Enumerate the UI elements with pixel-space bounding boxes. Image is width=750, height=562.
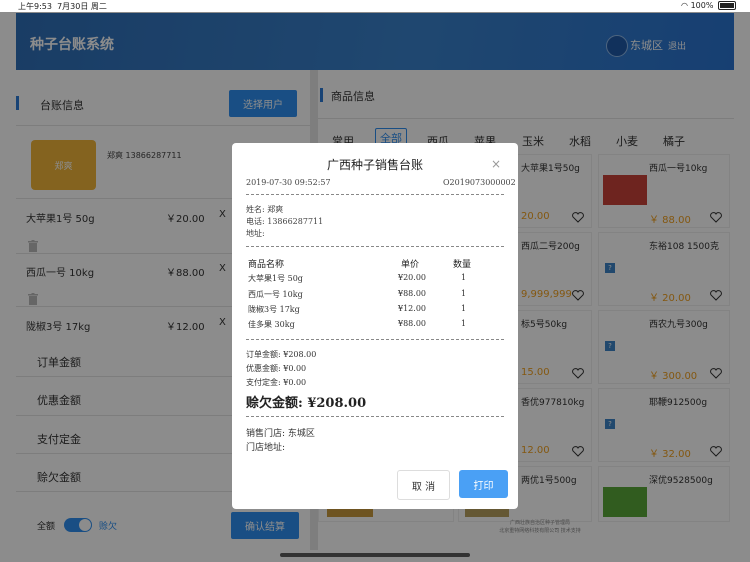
receipt-dialog: 广西种子销售台账 × 2019-07-30 09:52:57 O20190730… <box>232 143 518 509</box>
store-name: 销售门店: 东城区 <box>246 429 315 439</box>
receipt-item-name: 西瓜一号 10kg <box>248 290 303 299</box>
column-header: 单价 <box>401 260 420 270</box>
print-button[interactable]: 打印 <box>459 470 508 498</box>
receipt-item-name: 陇椒3号 17kg <box>248 305 300 314</box>
column-header: 数量 <box>453 260 472 270</box>
receipt-deposit: 支付定金: ¥0.00 <box>246 378 307 387</box>
receipt-order-number: O2019073000002 <box>443 178 516 187</box>
wifi-icon: ◠ <box>681 1 689 10</box>
status-right: ◠ 100% <box>681 1 736 10</box>
status-bar: 上午9:53 7月30日 周二 ◠ 100% <box>0 0 750 12</box>
receipt-datetime: 2019-07-30 09:52:57 <box>246 178 331 187</box>
close-icon[interactable]: × <box>491 157 501 171</box>
receipt-item-qty: 1 <box>461 304 467 313</box>
divider <box>246 194 504 195</box>
receipt-item-price: ¥12.00 <box>398 304 426 313</box>
customer-name: 姓名: 郑爽 <box>246 205 284 214</box>
receipt-discount: 优惠金额: ¥0.00 <box>246 364 307 373</box>
customer-phone: 电话: 13866287711 <box>246 217 324 226</box>
customer-address: 地址: <box>246 229 265 238</box>
receipt-item-qty: 1 <box>461 273 467 282</box>
column-header: 商品名称 <box>248 260 285 270</box>
receipt-item-price: ¥88.00 <box>398 319 426 328</box>
divider <box>246 339 504 340</box>
receipt-item-qty: 1 <box>461 319 467 328</box>
store-address: 门店地址: <box>246 443 286 453</box>
receipt-owed-amount: 赊欠金额: ¥208.00 <box>246 396 367 411</box>
cancel-button[interactable]: 取 消 <box>397 470 450 500</box>
battery-text: 100% <box>690 1 714 10</box>
receipt-order-amount: 订单金额: ¥208.00 <box>246 350 317 359</box>
receipt-item-name: 佳多果 30kg <box>248 320 295 329</box>
receipt-item-qty: 1 <box>461 289 467 298</box>
battery-icon <box>718 1 736 10</box>
divider <box>246 416 504 417</box>
receipt-item-price: ¥88.00 <box>398 289 426 298</box>
home-indicator[interactable] <box>280 553 470 557</box>
dialog-title: 广西种子销售台账 <box>326 158 423 172</box>
receipt-item-price: ¥20.00 <box>398 273 426 282</box>
receipt-item-name: 大苹果1号 50g <box>248 274 303 283</box>
divider <box>246 246 504 247</box>
status-time: 上午9:53 7月30日 周二 <box>18 2 107 11</box>
